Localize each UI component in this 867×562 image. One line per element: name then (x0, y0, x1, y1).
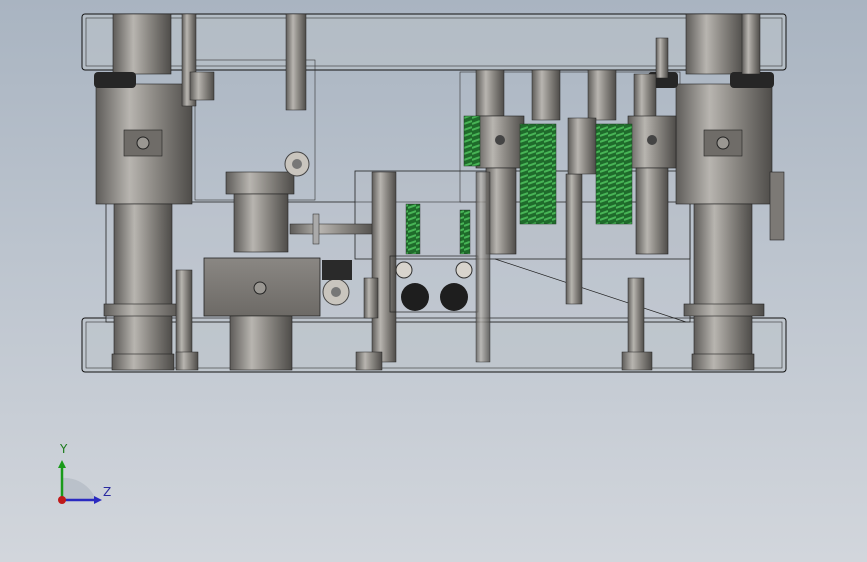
graphics-viewport[interactable]: Y Z (0, 0, 867, 562)
triad-y-label: Y (60, 442, 68, 456)
die-assembly-model[interactable] (0, 0, 867, 562)
triad-z-label: Z (103, 485, 112, 499)
bottom-screws (175, 351, 199, 371)
orientation-triad (58, 460, 102, 504)
